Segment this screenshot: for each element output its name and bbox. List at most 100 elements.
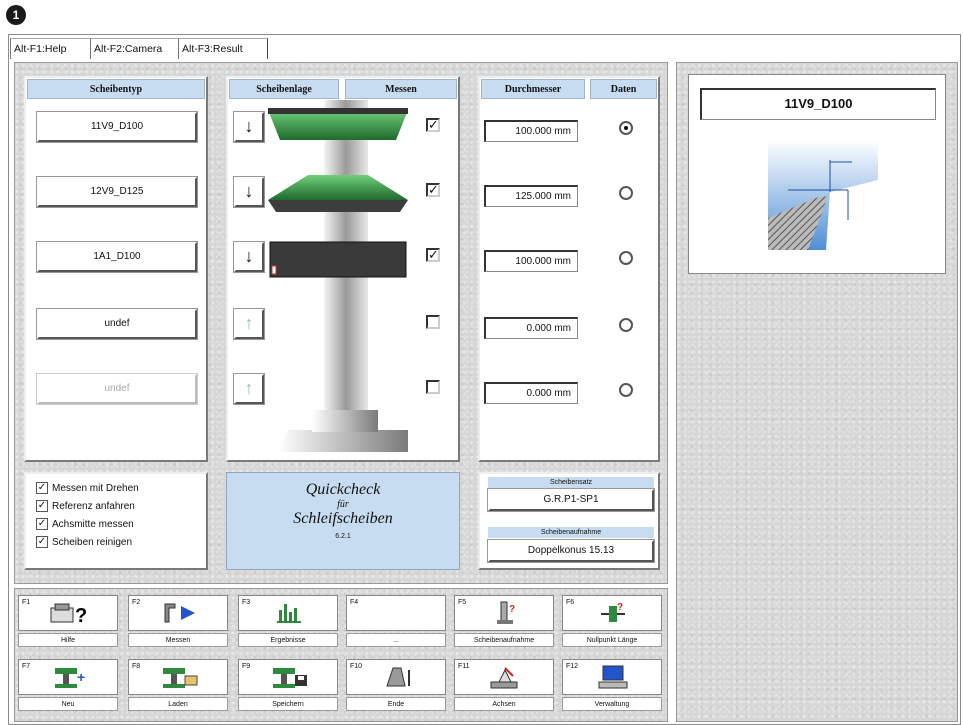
position-down-button-2[interactable]: ↓ bbox=[233, 176, 265, 208]
function-key-number: F8 bbox=[132, 663, 141, 670]
tab-result[interactable]: Alt-F3:Result bbox=[178, 38, 268, 59]
function-key-label-f3: Ergebnisse bbox=[238, 633, 338, 647]
wheel-type-header: Scheibentyp bbox=[27, 79, 205, 99]
options-panel: ✓ Messen mit Drehen ✓ Referenz anfahren ✓ A… bbox=[24, 472, 208, 570]
function-key-f6[interactable]: F6? bbox=[562, 595, 662, 631]
help-icon: ? bbox=[47, 600, 91, 629]
function-key-f4[interactable]: F4 bbox=[346, 595, 446, 631]
measure-checkbox-4[interactable] bbox=[426, 315, 440, 329]
function-key-number: F6 bbox=[566, 599, 575, 606]
function-key-f12[interactable]: F12 bbox=[562, 659, 662, 695]
step-badge: 1 bbox=[6, 5, 26, 25]
function-key-f1[interactable]: F1? bbox=[18, 595, 118, 631]
function-key-f7[interactable]: F7 + bbox=[18, 659, 118, 695]
option-measure-rotate[interactable]: ✓ Messen mit Drehen bbox=[36, 480, 196, 498]
option-checkbox-4[interactable]: ✓ bbox=[36, 536, 48, 549]
wheel-shape-1 bbox=[268, 110, 408, 140]
function-key-f11[interactable]: F11 bbox=[454, 659, 554, 695]
save-icon bbox=[267, 664, 311, 693]
wheel-profile-icon bbox=[768, 140, 878, 250]
function-key-f3[interactable]: F3 bbox=[238, 595, 338, 631]
function-key-number: F4 bbox=[350, 599, 359, 606]
tab-camera[interactable]: Alt-F2:Camera bbox=[90, 38, 184, 59]
data-radio-3[interactable] bbox=[619, 251, 633, 265]
wheel-set-label: Scheibensatz bbox=[488, 477, 654, 488]
diameter-field-2[interactable]: 125.000 mm bbox=[484, 185, 578, 207]
function-key-number: F7 bbox=[22, 663, 31, 670]
diameter-field-3[interactable]: 100.000 mm bbox=[484, 250, 578, 272]
function-key-label-f1: Hilfe bbox=[18, 633, 118, 647]
admin-computer-icon bbox=[591, 664, 635, 693]
option-clean[interactable]: ✓ Scheiben reinigen bbox=[36, 534, 196, 552]
option-label-4: Scheiben reinigen bbox=[52, 537, 133, 548]
function-key-label-f11: Achsen bbox=[454, 697, 554, 711]
function-key-number: F3 bbox=[242, 599, 251, 606]
data-radio-5[interactable] bbox=[619, 383, 633, 397]
diameter-field-4[interactable]: 0.000 mm bbox=[484, 317, 578, 339]
quickcheck-title: Quickcheck bbox=[305, 481, 381, 498]
wheel-type-button-5[interactable]: undef bbox=[36, 373, 198, 405]
preview-title: 11V9_D100 bbox=[700, 88, 936, 120]
position-down-button-3[interactable]: ↓ bbox=[233, 241, 265, 273]
option-checkbox-1[interactable]: ✓ bbox=[36, 482, 48, 495]
wheel-type-button-2[interactable]: 12V9_D125 bbox=[36, 176, 198, 208]
axes-icon bbox=[483, 664, 527, 693]
data-radio-1[interactable] bbox=[619, 121, 633, 135]
function-key-number: F11 bbox=[458, 663, 470, 670]
option-label-1: Messen mit Drehen bbox=[52, 483, 139, 494]
measure-play-icon bbox=[157, 600, 201, 629]
option-reference[interactable]: ✓ Referenz anfahren bbox=[36, 498, 196, 516]
diameter-field-5[interactable]: 0.000 mm bbox=[484, 382, 578, 404]
tab-help[interactable]: Alt-F1:Help bbox=[10, 38, 96, 59]
results-chart-icon bbox=[267, 600, 311, 629]
function-key-f5[interactable]: F5? bbox=[454, 595, 554, 631]
diameter-field-1[interactable]: 100.000 mm bbox=[484, 120, 578, 142]
zero-point-icon: ? bbox=[591, 600, 635, 629]
new-icon: + bbox=[47, 664, 91, 693]
option-checkbox-3[interactable]: ✓ bbox=[36, 518, 48, 531]
function-key-number: F2 bbox=[132, 599, 141, 606]
function-key-label-f10: Ende bbox=[346, 697, 446, 711]
function-key-number: F9 bbox=[242, 663, 251, 670]
option-label-3: Achsmitte messen bbox=[52, 519, 134, 530]
spindle-base bbox=[278, 430, 408, 452]
wheel-mount-button[interactable]: Doppelkonus 15.13 bbox=[487, 539, 655, 563]
measure-checkbox-3[interactable]: ✓ bbox=[426, 248, 440, 262]
quickcheck-version: 6.2.1 bbox=[335, 533, 351, 540]
function-key-label-f4: ... bbox=[346, 633, 446, 647]
data-radio-2[interactable] bbox=[619, 186, 633, 200]
wheel-type-button-1[interactable]: 11V9_D100 bbox=[36, 111, 198, 143]
function-key-label-f2: Messen bbox=[128, 633, 228, 647]
function-key-label-f12: Verwaltung bbox=[562, 697, 662, 711]
wheel-type-button-3[interactable]: 1A1_D100 bbox=[36, 241, 198, 273]
function-key-label-f5: Scheibenaufnahme bbox=[454, 633, 554, 647]
wheel-shape-1-rim bbox=[268, 108, 408, 114]
measure-checkbox-1[interactable]: ✓ bbox=[426, 118, 440, 132]
measure-header: Messen bbox=[345, 79, 457, 99]
function-key-f9[interactable]: F9 bbox=[238, 659, 338, 695]
data-radio-4[interactable] bbox=[619, 318, 633, 332]
measure-checkbox-2[interactable]: ✓ bbox=[426, 183, 440, 197]
function-key-f10[interactable]: F10 bbox=[346, 659, 446, 695]
measure-checkbox-5[interactable] bbox=[426, 380, 440, 394]
function-key-f2[interactable]: F2 bbox=[128, 595, 228, 631]
wheel-type-button-4[interactable]: undef bbox=[36, 308, 198, 340]
option-axis-center[interactable]: ✓ Achsmitte messen bbox=[36, 516, 196, 534]
function-key-label-f7: Neu bbox=[18, 697, 118, 711]
exit-icon bbox=[375, 664, 419, 693]
position-down-button-1[interactable]: ↓ bbox=[233, 111, 265, 143]
function-key-f8[interactable]: F8 bbox=[128, 659, 228, 695]
position-up-button-5[interactable]: ↑ bbox=[233, 373, 265, 405]
function-key-number: F10 bbox=[350, 663, 363, 670]
function-key-number: F12 bbox=[566, 663, 579, 670]
wheel-set-button[interactable]: G.R.P1-SP1 bbox=[487, 488, 655, 512]
option-checkbox-2[interactable]: ✓ bbox=[36, 500, 48, 513]
svg-text:?: ? bbox=[617, 602, 623, 613]
wheel-shape-2 bbox=[268, 175, 408, 200]
data-header: Daten bbox=[590, 79, 657, 99]
svg-text:?: ? bbox=[509, 604, 515, 615]
spindle-illustration bbox=[268, 100, 408, 452]
position-up-button-4[interactable]: ↑ bbox=[233, 308, 265, 340]
spindle-collar bbox=[312, 410, 378, 432]
quickcheck-for: für bbox=[337, 499, 349, 510]
